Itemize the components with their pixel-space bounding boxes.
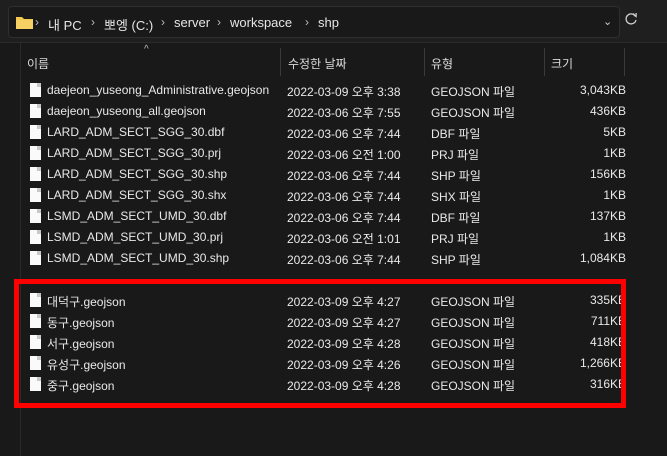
- chevron-right-icon: ›: [217, 15, 221, 29]
- file-row[interactable]: daejeon_yuseong_all.geojson 2022-03-06 오후…: [26, 101, 626, 122]
- file-type: GEOJSON 파일: [431, 106, 516, 120]
- file-size: 3,043KB: [579, 83, 626, 97]
- breadcrumb-workspace[interactable]: workspace: [230, 15, 292, 30]
- file-name: LARD_ADM_SECT_SGG_30.shx: [47, 188, 227, 202]
- file-date: 2022-03-06 오후 7:44: [287, 253, 401, 267]
- file-date: 2022-03-06 오후 7:55: [287, 106, 401, 120]
- file-name: daejeon_yuseong_all.geojson: [47, 104, 206, 118]
- file-icon: [30, 209, 41, 223]
- chevron-down-icon[interactable]: ⌄: [603, 15, 612, 28]
- file-row[interactable]: LSMD_ADM_SECT_UMD_30.dbf 2022-03-06 오후 7:…: [26, 206, 626, 227]
- column-divider[interactable]: [280, 48, 281, 76]
- file-date: 2022-03-06 오후 7:44: [287, 190, 401, 204]
- file-type: SHP 파일: [431, 253, 481, 267]
- column-type[interactable]: 유형: [431, 55, 453, 72]
- file-size: 1KB: [603, 188, 626, 202]
- file-icon: [30, 188, 41, 202]
- file-row[interactable]: LSMD_ADM_SECT_UMD_30.prj 2022-03-06 오전 1:…: [26, 227, 626, 248]
- chevron-right-icon: ›: [91, 15, 95, 29]
- file-type: SHP 파일: [431, 169, 481, 183]
- column-divider[interactable]: [424, 48, 425, 76]
- breadcrumb-drive[interactable]: 뽀엥 (C:): [104, 15, 153, 34]
- file-icon: [30, 251, 41, 265]
- breadcrumb-server[interactable]: server: [174, 15, 210, 30]
- file-type: DBF 파일: [431, 127, 481, 141]
- breadcrumb-this-pc[interactable]: 내 PC: [48, 15, 82, 34]
- file-name: LSMD_ADM_SECT_UMD_30.shp: [47, 251, 230, 265]
- file-type: PRJ 파일: [431, 232, 480, 246]
- chevron-right-icon: ›: [35, 15, 39, 29]
- file-name: daejeon_yuseong_Administrative.geojson: [47, 83, 270, 97]
- file-size: 156KB: [589, 167, 626, 181]
- column-size[interactable]: 크기: [551, 55, 573, 72]
- file-type: DBF 파일: [431, 211, 481, 225]
- refresh-icon[interactable]: [624, 12, 638, 26]
- breadcrumb-shp[interactable]: shp: [318, 15, 339, 30]
- file-size: 137KB: [589, 209, 626, 223]
- file-type: PRJ 파일: [431, 148, 480, 162]
- folder-icon: [16, 17, 33, 29]
- file-type: GEOJSON 파일: [431, 85, 516, 99]
- column-divider[interactable]: [624, 48, 625, 76]
- highlight-box: [14, 279, 626, 408]
- address-box[interactable]: › 내 PC › 뽀엥 (C:) › server › workspace › …: [8, 6, 620, 38]
- column-divider[interactable]: [544, 48, 545, 76]
- file-date: 2022-03-06 오후 7:44: [287, 169, 401, 183]
- file-row[interactable]: LSMD_ADM_SECT_UMD_30.shp 2022-03-06 오후 7:…: [26, 248, 626, 269]
- file-name: LARD_ADM_SECT_SGG_30.prj: [47, 146, 222, 160]
- column-date[interactable]: 수정한 날짜: [288, 55, 347, 72]
- file-date: 2022-03-09 오후 3:38: [287, 85, 401, 99]
- file-name: LARD_ADM_SECT_SGG_30.shp: [47, 167, 228, 181]
- column-name[interactable]: 이름: [27, 55, 49, 72]
- file-row[interactable]: LARD_ADM_SECT_SGG_30.shp 2022-03-06 오후 7:…: [26, 164, 626, 185]
- file-name: LSMD_ADM_SECT_UMD_30.dbf: [47, 209, 227, 223]
- file-icon: [30, 83, 41, 97]
- file-row[interactable]: LARD_ADM_SECT_SGG_30.shx 2022-03-06 오후 7:…: [26, 185, 626, 206]
- file-size: 436KB: [589, 104, 626, 118]
- file-icon: [30, 146, 41, 160]
- file-row[interactable]: LARD_ADM_SECT_SGG_30.prj 2022-03-06 오전 1:…: [26, 143, 626, 164]
- file-size: 1KB: [603, 230, 626, 244]
- file-row[interactable]: LARD_ADM_SECT_SGG_30.dbf 2022-03-06 오후 7:…: [26, 122, 626, 143]
- file-date: 2022-03-06 오후 7:44: [287, 211, 401, 225]
- file-row[interactable]: daejeon_yuseong_Administrative.geojson 20…: [26, 80, 626, 101]
- file-size: 1KB: [603, 146, 626, 160]
- file-date: 2022-03-06 오후 7:44: [287, 127, 401, 141]
- file-icon: [30, 104, 41, 118]
- file-size: 5KB: [603, 125, 626, 139]
- file-icon: [30, 230, 41, 244]
- file-date: 2022-03-06 오전 1:01: [287, 232, 401, 246]
- chevron-right-icon: ›: [305, 15, 309, 29]
- file-name: LSMD_ADM_SECT_UMD_30.prj: [47, 230, 224, 244]
- file-type: SHX 파일: [431, 190, 482, 204]
- file-name: LARD_ADM_SECT_SGG_30.dbf: [47, 125, 225, 139]
- file-size: 1,084KB: [579, 251, 626, 265]
- address-bar: › 내 PC › 뽀엥 (C:) › server › workspace › …: [0, 0, 667, 43]
- sort-ascending-icon: ^: [144, 44, 149, 55]
- file-icon: [30, 125, 41, 139]
- file-date: 2022-03-06 오전 1:00: [287, 148, 401, 162]
- chevron-right-icon: ›: [161, 15, 165, 29]
- file-icon: [30, 167, 41, 181]
- column-header: 이름 수정한 날짜 유형 크기: [0, 42, 667, 76]
